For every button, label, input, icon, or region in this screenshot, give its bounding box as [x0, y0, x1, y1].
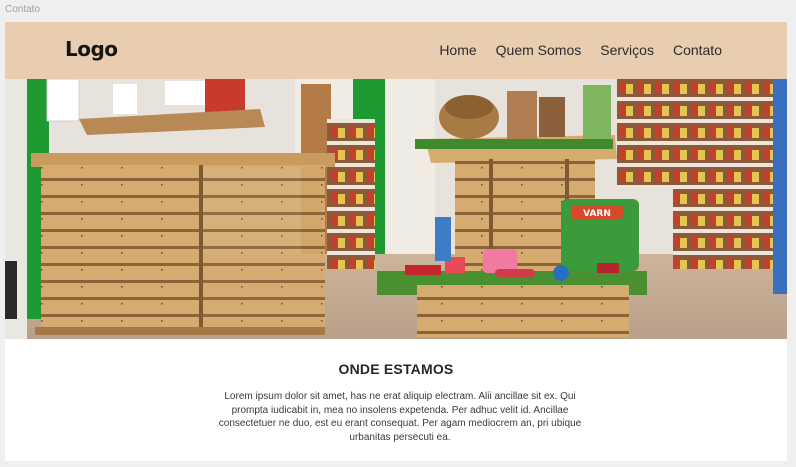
nav-item-contato[interactable]: Contato	[673, 42, 722, 58]
section-title: ONDE ESTAMOS	[338, 361, 454, 377]
hero-image: VARN	[5, 79, 787, 339]
page: Logo Home Quem Somos Serviços Contato VA…	[5, 22, 787, 461]
nav-item-quem-somos[interactable]: Quem Somos	[496, 42, 582, 58]
logo[interactable]: Logo	[65, 37, 118, 61]
navbar: Logo Home Quem Somos Serviços Contato	[5, 22, 787, 79]
shop-bag-label: VARN	[583, 209, 611, 219]
main-nav: Home Quem Somos Serviços Contato	[439, 42, 722, 58]
nav-item-home[interactable]: Home	[439, 42, 476, 58]
pet-shop-photo: VARN	[5, 79, 787, 339]
location-section: ONDE ESTAMOS Lorem ipsum dolor sit amet,…	[5, 339, 787, 461]
section-text: Lorem ipsum dolor sit amet, has ne erat …	[218, 391, 582, 443]
nav-item-servicos[interactable]: Serviços	[600, 42, 654, 58]
frame-label: Contato	[5, 4, 41, 15]
